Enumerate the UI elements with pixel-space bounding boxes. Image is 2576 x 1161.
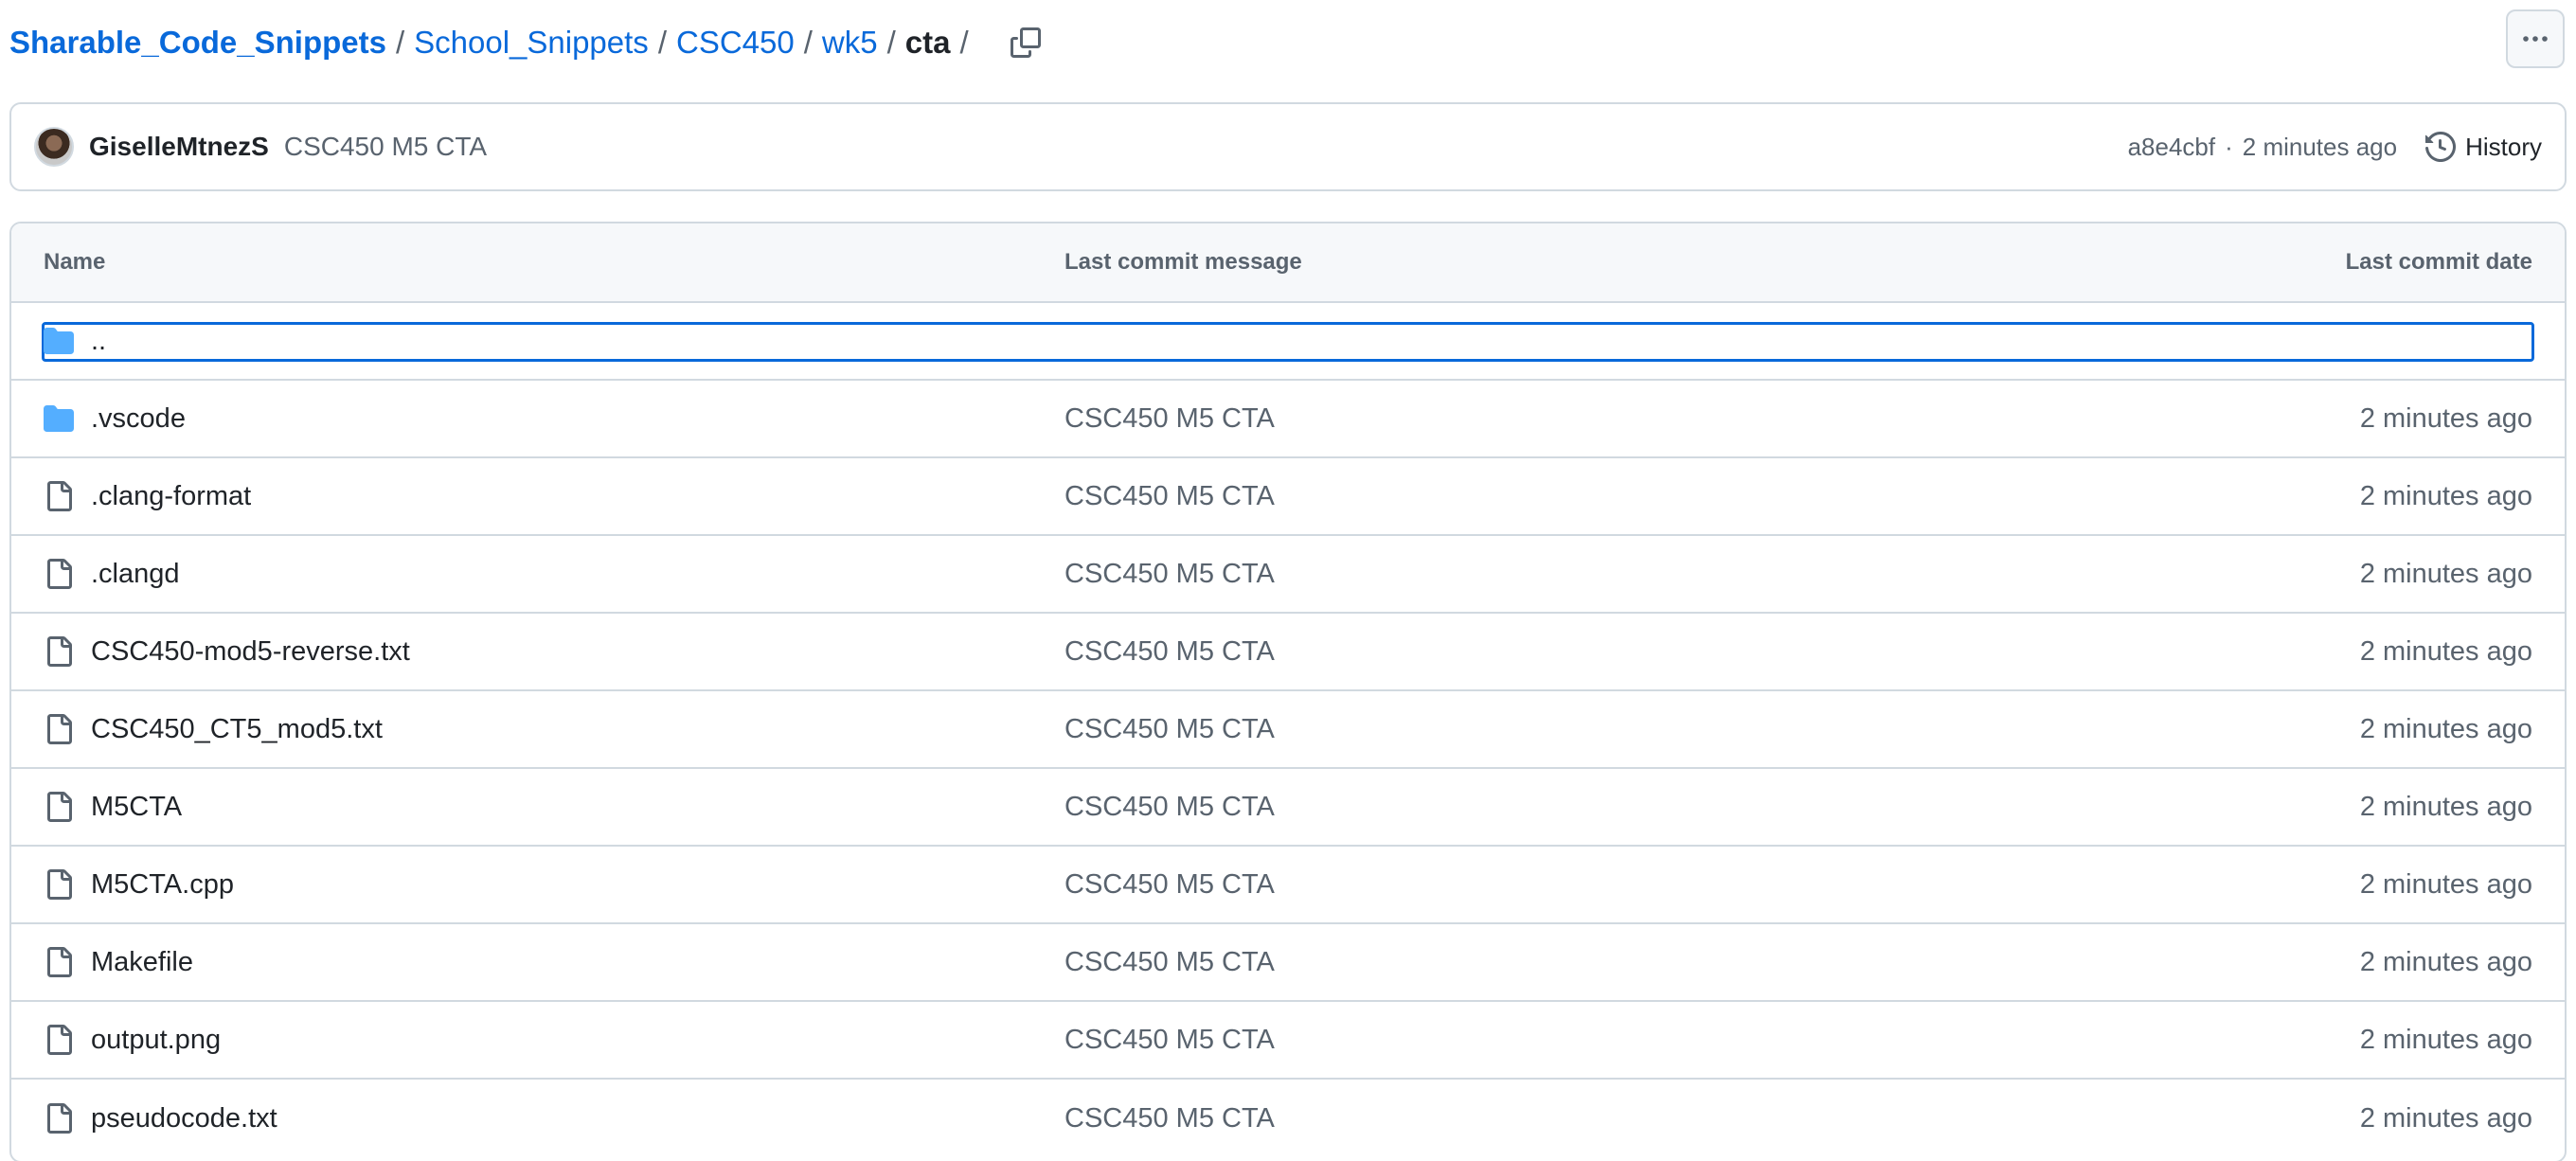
file-icon <box>47 947 72 977</box>
file-name-link[interactable]: .vscode <box>44 403 186 435</box>
avatar[interactable] <box>34 127 74 167</box>
commit-message-link[interactable]: CSC450 M5 CTA <box>284 132 487 162</box>
commit-message-link[interactable]: CSC450 M5 CTA <box>1064 403 1275 435</box>
file-name: Makefile <box>91 946 193 977</box>
file-icon <box>47 1025 72 1055</box>
more-options-button[interactable] <box>2506 9 2565 68</box>
commit-author-link[interactable]: GiselleMtnezS <box>89 132 269 162</box>
commit-date: 2 minutes ago <box>2359 791 2532 822</box>
folder-icon <box>44 405 74 432</box>
file-icon <box>47 792 72 822</box>
file-name: CSC450_CT5_mod5.txt <box>91 713 383 744</box>
file-name: .vscode <box>91 402 186 434</box>
file-name-link[interactable]: CSC450-mod5-reverse.txt <box>44 636 410 668</box>
commit-date: 2 minutes ago <box>2359 868 2532 900</box>
table-row[interactable]: M5CTA CSC450 M5 CTA 2 minutes ago <box>11 769 2565 847</box>
kebab-horizontal-icon <box>2523 36 2548 42</box>
header-name: Name <box>44 249 106 275</box>
parent-directory-row[interactable]: .. <box>11 303 2565 381</box>
table-row[interactable]: .vscode CSC450 M5 CTA 2 minutes ago <box>11 381 2565 458</box>
table-row[interactable]: Makefile CSC450 M5 CTA 2 minutes ago <box>11 924 2565 1002</box>
file-icon <box>47 636 72 667</box>
table-row[interactable]: output.png CSC450 M5 CTA 2 minutes ago <box>11 1002 2565 1080</box>
file-rows: .vscode CSC450 M5 CTA 2 minutes ago .clang-… <box>11 381 2565 1157</box>
breadcrumb-csc450-link[interactable]: CSC450 <box>676 25 795 61</box>
commit-message-link[interactable]: CSC450 M5 CTA <box>1064 792 1275 823</box>
commit-time: 2 minutes ago <box>2242 132 2398 161</box>
commit-message-link[interactable]: CSC450 M5 CTA <box>1064 869 1275 901</box>
copy-path-button[interactable] <box>1005 22 1046 63</box>
commit-date: 2 minutes ago <box>2359 480 2532 511</box>
file-name-link[interactable]: CSC450_CT5_mod5.txt <box>44 714 383 745</box>
header-last-commit-date: Last commit date <box>2345 249 2532 275</box>
commit-sha-link[interactable]: a8e4cbf <box>2128 133 2216 162</box>
breadcrumb-wk5-link[interactable]: wk5 <box>822 25 878 61</box>
table-row[interactable]: .clangd CSC450 M5 CTA 2 minutes ago <box>11 536 2565 614</box>
breadcrumb-separator: / <box>803 25 813 60</box>
parent-directory-link[interactable]: .. <box>44 326 106 357</box>
file-name: output.png <box>91 1024 222 1055</box>
history-label: History <box>2465 132 2542 161</box>
parent-directory-label: .. <box>91 325 107 356</box>
file-name: M5CTA.cpp <box>91 868 234 900</box>
commit-meta-dot: · <box>2225 132 2233 161</box>
file-icon <box>47 869 72 900</box>
file-name-link[interactable]: M5CTA <box>44 792 182 823</box>
file-name: M5CTA <box>91 791 183 822</box>
file-name-link[interactable]: .clangd <box>44 559 180 590</box>
commit-message-link[interactable]: CSC450 M5 CTA <box>1064 559 1275 590</box>
breadcrumb: Sharable_Code_Snippets / School_Snippets… <box>9 17 1046 68</box>
breadcrumb-separator: / <box>657 25 667 60</box>
history-icon <box>2425 132 2457 162</box>
table-row[interactable]: .clang-format CSC450 M5 CTA 2 minutes ago <box>11 458 2565 536</box>
header-last-commit-message: Last commit message <box>1064 249 1302 275</box>
file-name-link[interactable]: Makefile <box>44 947 193 978</box>
copy-icon <box>1010 27 1041 58</box>
commit-message-link[interactable]: CSC450 M5 CTA <box>1064 947 1275 978</box>
commit-date: 2 minutes ago <box>2359 558 2532 589</box>
commit-date: 2 minutes ago <box>2359 635 2532 667</box>
file-name-link[interactable]: .clang-format <box>44 481 251 512</box>
latest-commit-bar: GiselleMtnezS CSC450 M5 CTA a8e4cbf · 2 … <box>9 102 2567 191</box>
table-row[interactable]: M5CTA.cpp CSC450 M5 CTA 2 minutes ago <box>11 847 2565 924</box>
commit-message-link[interactable]: CSC450 M5 CTA <box>1064 636 1275 668</box>
file-name: .clangd <box>91 558 180 589</box>
table-row[interactable]: CSC450-mod5-reverse.txt CSC450 M5 CTA 2 mi… <box>11 614 2565 691</box>
file-icon <box>47 559 72 589</box>
file-name-link[interactable]: M5CTA.cpp <box>44 869 234 901</box>
commit-date: 2 minutes ago <box>2359 1024 2532 1055</box>
commit-message-link[interactable]: CSC450 M5 CTA <box>1064 714 1275 745</box>
file-name-link[interactable]: output.png <box>44 1025 221 1056</box>
folder-icon <box>44 328 74 354</box>
file-name-link[interactable]: pseudocode.txt <box>44 1103 277 1134</box>
focus-ring <box>42 322 2534 362</box>
table-row[interactable]: pseudocode.txt CSC450 M5 CTA 2 minutes ago <box>11 1080 2565 1157</box>
commit-message-link[interactable]: CSC450 M5 CTA <box>1064 1103 1275 1134</box>
breadcrumb-school-snippets-link[interactable]: School_Snippets <box>414 25 649 61</box>
commit-date: 2 minutes ago <box>2359 713 2532 744</box>
breadcrumb-current: cta <box>904 25 951 60</box>
commit-message-link[interactable]: CSC450 M5 CTA <box>1064 1025 1275 1056</box>
breadcrumb-repo-link[interactable]: Sharable_Code_Snippets <box>9 25 386 61</box>
file-name: pseudocode.txt <box>91 1102 277 1134</box>
file-icon <box>47 714 72 744</box>
file-icon <box>47 481 72 511</box>
table-header: Name Last commit message Last commit dat… <box>11 223 2565 303</box>
file-icon <box>47 1103 72 1134</box>
file-name: .clang-format <box>91 480 252 511</box>
table-row[interactable]: CSC450_CT5_mod5.txt CSC450 M5 CTA 2 minute… <box>11 691 2565 769</box>
commit-date: 2 minutes ago <box>2359 1102 2532 1134</box>
breadcrumb-separator: / <box>886 25 896 60</box>
commit-meta: a8e4cbf · 2 minutes ago History <box>2128 132 2542 162</box>
commit-date: 2 minutes ago <box>2359 946 2532 977</box>
commit-message-link[interactable]: CSC450 M5 CTA <box>1064 481 1275 512</box>
breadcrumb-separator: / <box>395 25 405 60</box>
breadcrumb-separator: / <box>959 25 969 60</box>
commit-date: 2 minutes ago <box>2359 402 2532 434</box>
file-table: Name Last commit message Last commit dat… <box>9 222 2567 1161</box>
file-name: CSC450-mod5-reverse.txt <box>91 635 410 667</box>
history-button[interactable]: History <box>2425 132 2542 162</box>
